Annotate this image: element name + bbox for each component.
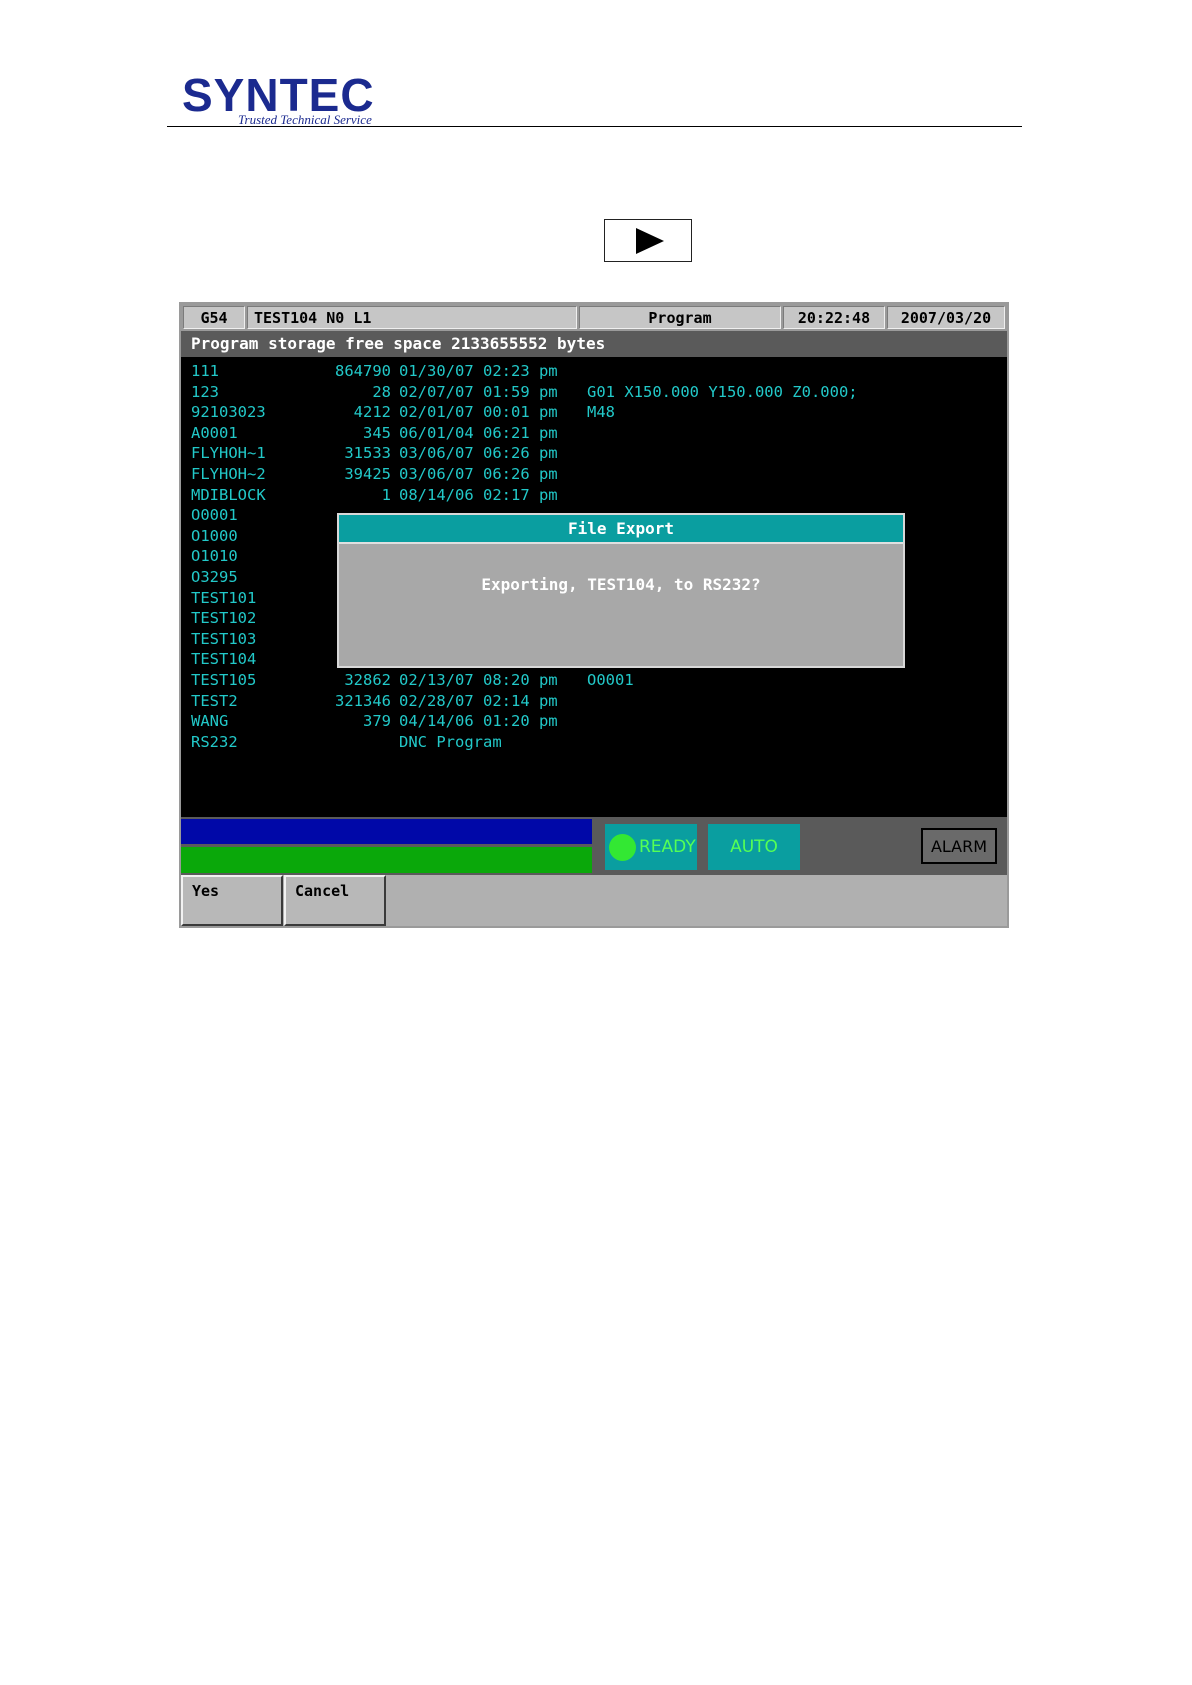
file-date: 01/30/07 02:23 pm [399, 362, 558, 380]
status-area: READY AUTO ALARM [181, 817, 1007, 875]
file-list-row[interactable]: RS232 DNC Program [191, 732, 1001, 753]
file-name: TEST103 [191, 629, 257, 648]
alarm-button[interactable]: ALARM [921, 828, 997, 864]
file-size: 1 [381, 485, 391, 504]
file-date: DNC Program [399, 732, 502, 751]
file-list-row[interactable]: FLYHOH~2 39425 03/06/07 06:26 pm [191, 464, 1001, 485]
next-page-key [604, 219, 692, 262]
coordinate-system: G54 [183, 306, 245, 329]
file-list-row[interactable]: TEST105 32862 02/13/07 08:20 pm O0001 [191, 670, 1001, 691]
file-name: MDIBLOCK [191, 485, 266, 504]
file-list-row[interactable]: A0001 345 06/01/04 06:21 pm [191, 423, 1001, 444]
mode-label: Program [579, 306, 781, 329]
file-preview: M48 [587, 403, 615, 422]
file-name: TEST105 [191, 670, 257, 689]
file-size: 864790 [335, 362, 391, 380]
clock-time: 20:22:48 [783, 306, 885, 329]
play-triangle-icon [636, 228, 664, 254]
file-size: 32862 [344, 670, 391, 689]
file-size: 31533 [344, 444, 391, 463]
file-date: 03/06/07 06:26 pm [399, 464, 558, 483]
syntec-logo: SYNTEC Trusted Technical Service [182, 72, 392, 128]
file-size: 379 [363, 712, 391, 731]
file-list-row[interactable]: MDIBLOCK 1 08/14/06 02:17 pm [191, 485, 1001, 506]
file-date: 04/14/06 01:20 pm [399, 712, 558, 731]
file-name: FLYHOH~2 [191, 464, 266, 483]
softkey-bar: Yes Cancel [181, 875, 1007, 926]
message-bar-blue [181, 819, 592, 844]
storage-free-space: Program storage free space 2133655552 by… [181, 331, 1007, 357]
file-export-dialog: File Export Exporting, TEST104, to RS232… [337, 513, 905, 668]
file-name: RS232 [191, 732, 238, 751]
cancel-softkey[interactable]: Cancel [284, 875, 386, 926]
file-preview: O0001 [587, 670, 634, 689]
auto-mode-indicator: AUTO [708, 824, 800, 870]
file-list-row[interactable]: WANG 379 04/14/06 01:20 pm [191, 711, 1001, 732]
current-program: TEST104 N0 L1 [247, 306, 577, 329]
header-divider [167, 126, 1022, 127]
file-date: 02/28/07 02:14 pm [399, 691, 558, 710]
file-preview: G01 X150.000 Y150.000 Z0.000; [587, 382, 858, 401]
file-list-row[interactable]: TEST2 321346 02/28/07 02:14 pm [191, 691, 1001, 712]
ready-label: READY [639, 837, 696, 857]
file-name: WANG [191, 712, 229, 731]
file-name: O1010 [191, 547, 238, 566]
ready-led-icon [609, 834, 636, 861]
file-name: TEST101 [191, 588, 257, 607]
file-list-row[interactable]: 92103023 4212 02/01/07 00:01 pm M48 [191, 402, 1001, 423]
file-list-row[interactable]: FLYHOH~1 31533 03/06/07 06:26 pm [191, 443, 1001, 464]
file-name: 111 [191, 362, 219, 380]
file-date: 03/06/07 06:26 pm [399, 444, 558, 463]
file-list-row[interactable]: 111 864790 01/30/07 02:23 pm [191, 361, 1001, 382]
file-size: 321346 [335, 691, 391, 710]
file-size: 4212 [353, 403, 391, 422]
clock-date: 2007/03/20 [887, 306, 1005, 329]
file-size: 28 [372, 382, 391, 401]
file-date: 02/07/07 01:59 pm [399, 382, 558, 401]
ready-indicator: READY [605, 824, 697, 870]
file-date: 02/01/07 00:01 pm [399, 403, 558, 422]
file-name: A0001 [191, 423, 238, 442]
file-name: 123 [191, 382, 219, 401]
file-name: 92103023 [191, 403, 266, 422]
file-date: 02/13/07 08:20 pm [399, 670, 558, 689]
cnc-screen: G54 TEST104 N0 L1 Program 20:22:48 2007/… [179, 302, 1009, 928]
file-name: O3295 [191, 567, 238, 586]
file-name: TEST104 [191, 650, 257, 669]
file-list-row[interactable]: 123 28 02/07/07 01:59 pm G01 X150.000 Y150.… [191, 382, 1001, 403]
file-name: TEST102 [191, 609, 257, 628]
message-bar-green [181, 847, 592, 873]
file-date: 08/14/06 02:17 pm [399, 485, 558, 504]
dialog-message: Exporting, TEST104, to RS232? [481, 575, 761, 594]
file-size: 345 [363, 423, 391, 442]
file-name: FLYHOH~1 [191, 444, 266, 463]
file-size: 39425 [344, 464, 391, 483]
dialog-title: File Export [339, 515, 903, 544]
file-name: O1000 [191, 526, 238, 545]
file-date: 06/01/04 06:21 pm [399, 423, 558, 442]
file-name: TEST2 [191, 691, 238, 710]
yes-softkey[interactable]: Yes [181, 875, 283, 926]
file-name: O0001 [191, 506, 238, 525]
status-topbar: G54 TEST104 N0 L1 Program 20:22:48 2007/… [181, 304, 1007, 331]
